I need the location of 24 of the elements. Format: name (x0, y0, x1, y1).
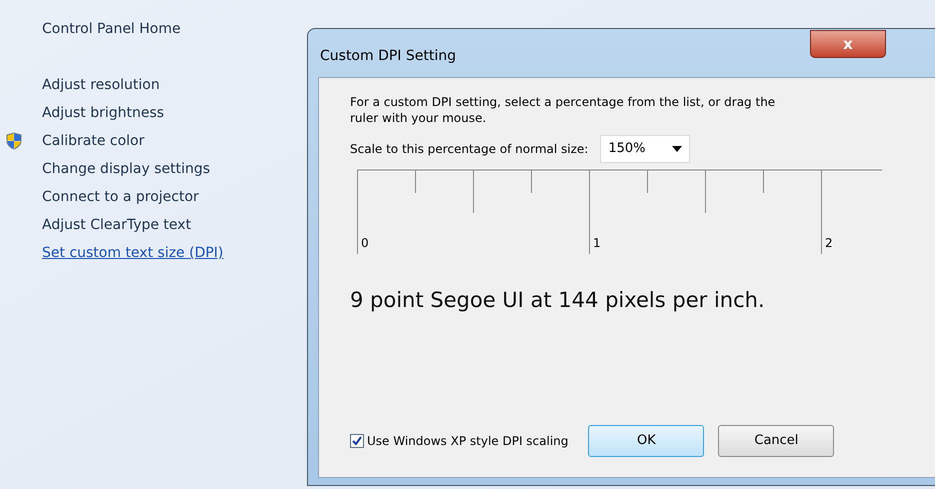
ruler-drawing[interactable]: 0 1 2 (357, 169, 882, 259)
caret-icon (672, 146, 682, 152)
sidebar-item[interactable]: Control Panel Home (42, 20, 181, 38)
checkmark-icon (352, 436, 362, 446)
scale-label: Scale to this percentage of normal size: (350, 141, 588, 158)
sidebar-item[interactable]: Calibrate color (42, 132, 144, 150)
sidebar-item[interactable]: Adjust brightness (42, 104, 164, 122)
sidebar-item[interactable]: Adjust ClearType text (42, 216, 192, 234)
ruler-label: 0 (361, 236, 369, 250)
preview-text: 9 point Segoe UI at 144 pixels per inch. (350, 287, 766, 314)
sidebar-link[interactable]: Set custom text size (DPI) (42, 244, 224, 262)
shield-icon (6, 132, 22, 150)
cancel-button[interactable]: Cancel (718, 425, 834, 457)
sidebar-item[interactable]: Connect to a projector (42, 188, 199, 206)
sidebar-item[interactable]: Adjust resolution (42, 76, 160, 94)
sidebar-item[interactable]: Change display settings (42, 160, 210, 178)
ruler-label: 1 (593, 236, 601, 250)
xp-scaling-checkbox[interactable] (350, 434, 364, 448)
ruler-label: 2 (825, 236, 833, 250)
scale-dropdown[interactable]: 150% (600, 135, 690, 163)
dialog-title: Custom DPI Setting (320, 47, 456, 66)
ok-button[interactable]: OK (588, 425, 704, 457)
checkbox-label: Use Windows XP style DPI scaling (367, 433, 568, 450)
dialog-instructions: For a custom DPI setting, select a percentage from the list, or drag the ruler with your mouse. (350, 94, 776, 126)
